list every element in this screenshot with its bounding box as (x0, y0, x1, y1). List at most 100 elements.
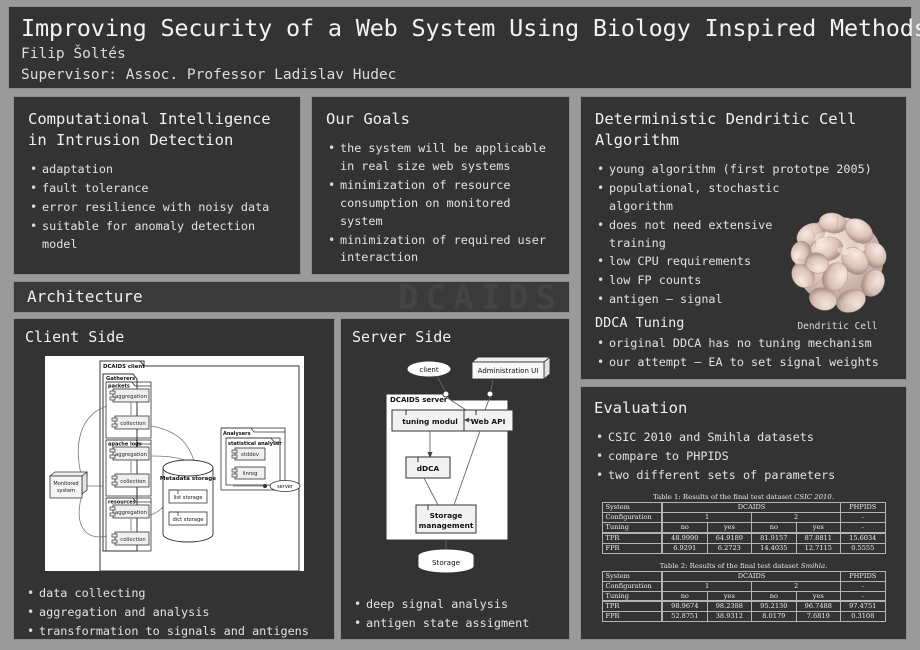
cell-fpr-phpids: 0.5555 (840, 542, 886, 554)
results-table-smihla: System DCAIDS PHPIDS Configuration 1 2 -… (601, 570, 886, 623)
list-item: data collecting (25, 584, 323, 603)
card-server-side: Server Side client Administration UI DCA… (340, 318, 570, 640)
cell-tuning-2-yes: yes (795, 521, 842, 534)
table-row: System DCAIDS PHPIDS (601, 570, 886, 582)
cell-tpr-1-yes: 98.2388 (706, 600, 753, 613)
svg-text:apache logs: apache logs (108, 442, 142, 448)
list-item: error resilience with noisy data (28, 198, 286, 217)
svg-text:tuning modul: tuning modul (402, 417, 458, 426)
cell-tuning-1-yes: yes (706, 590, 753, 602)
architecture-band: Architecture DCAIDS (13, 281, 570, 313)
cell-tpr-2-yes: 96.7488 (795, 600, 842, 613)
cell-tpr-label: TPR (601, 600, 663, 613)
cell-fpr-label: FPR (601, 542, 663, 554)
svg-text:Storage: Storage (430, 511, 463, 520)
card-evaluation: Evaluation CSIC 2010 and Smihla datasets… (580, 386, 907, 640)
cell-tuning-2-no: no (751, 590, 797, 602)
svg-text:Web API: Web API (471, 417, 506, 426)
list-item: compare to PHPIDS (594, 447, 893, 466)
server-architecture-diagram: client Administration UI DCAIDS server t… (385, 356, 551, 574)
list-item: our attempt – EA to set signal weights (595, 353, 892, 372)
cell-config-1: 1 (661, 511, 753, 523)
cell-tuning-1-no: no (660, 590, 708, 602)
table-2-caption-prefix: Table 2: Results of the final test datas… (659, 561, 801, 570)
card-client-side: Client Side aggregation collection aggre… (13, 318, 335, 640)
svg-text:system: system (57, 488, 75, 494)
cell-fpr-2-yes: 12.7115 (795, 542, 842, 554)
svg-text:packets: packets (108, 384, 130, 390)
svg-text:collection: collection (120, 537, 145, 543)
list-item: adaptation (28, 160, 286, 179)
ci-title: Computational Intelligence in Intrusion … (28, 110, 271, 149)
dendritic-cell-caption: Dendritic Cell (797, 321, 878, 332)
list-item: young algorithm (first prototpe 2005) (595, 160, 895, 179)
svg-text:dDCA: dDCA (417, 464, 440, 473)
svg-text:aggregation: aggregation (115, 510, 147, 516)
cell-phpids-header: PHPIDS (840, 570, 886, 582)
cell-tpr-1-no: 48.9990 (660, 531, 708, 544)
table-row: FPR 6.9291 6.2723 14.4035 12.7115 0.5555 (601, 542, 886, 554)
client-side-bullet-list: data collecting aggregation and analysis… (25, 584, 323, 641)
list-item: does not need extensive training (595, 216, 791, 253)
table-2-caption: Table 2: Results of the final test datas… (594, 562, 893, 570)
svg-text:Storage: Storage (432, 558, 461, 567)
cell-tuning-1-yes: yes (706, 521, 753, 534)
cell-tuning-label: Tuning (601, 590, 663, 602)
table-1-caption-suffix: . (831, 492, 835, 501)
ddca-tuning-bullet-list: original DDCA has no tuning mechanism ou… (595, 334, 892, 372)
table-row: TPR 48.9990 64.9189 81.9157 87.8811 15.6… (601, 531, 886, 544)
svg-text:dict storage: dict storage (173, 517, 204, 523)
svg-text:collection: collection (120, 479, 145, 485)
list-item: transformation to signals and antigens (25, 622, 323, 641)
svg-text:resources: resources (108, 500, 136, 506)
list-item: two different sets of parameters (594, 466, 893, 485)
cell-config-na: - (840, 580, 886, 592)
cell-dcaids-header: DCAIDS (661, 570, 842, 582)
list-item: minimization of required user interactio… (326, 231, 555, 268)
table-1-caption-prefix: Table 1: Results of the final test datas… (652, 492, 795, 501)
header-text-block: Improving Security of a Web System Using… (21, 13, 920, 86)
svg-text:linreg: linreg (243, 471, 258, 477)
ddca-title: Deterministic Dendritic Cell Algorithm (595, 110, 857, 149)
svg-text:statistical analyser: statistical analyser (228, 441, 282, 447)
cell-config-2: 2 (751, 511, 842, 523)
svg-text:Metadata storage: Metadata storage (160, 476, 216, 482)
list-item: minimization of resource consumption on … (326, 176, 555, 231)
cell-phpids-header: PHPIDS (840, 501, 886, 513)
svg-text:aggregation: aggregation (115, 394, 147, 400)
cell-tpr-1-no: 98.9674 (660, 600, 708, 613)
author-name: Filip Šoltés (21, 46, 126, 63)
list-item: fault tolerance (28, 179, 286, 198)
list-item: the system will be applicable in real si… (326, 139, 555, 176)
table-row: Configuration 1 2 - (601, 511, 886, 523)
dendritic-cell-image (790, 212, 887, 313)
table-1-caption-dataset: CSIC 2010 (794, 492, 832, 501)
svg-text:aggregation: aggregation (115, 452, 147, 458)
cell-fpr-2-no: 8.0179 (751, 611, 797, 623)
goals-bullet-list: the system will be applicable in real si… (326, 139, 555, 268)
cell-configuration-label: Configuration (601, 580, 663, 592)
table-2-caption-suffix: . (825, 561, 828, 570)
svg-text:Monitored: Monitored (53, 481, 78, 487)
card-our-goals: Our Goals the system will be applicable … (311, 96, 570, 275)
cell-tpr-2-no: 81.9157 (751, 531, 797, 544)
cell-fpr-2-no: 14.4035 (751, 542, 797, 554)
cell-fpr-1-yes: 38.9312 (706, 611, 753, 623)
list-item: aggregation and analysis (25, 603, 323, 622)
svg-text:collection: collection (120, 421, 145, 427)
client-architecture-diagram: aggregation collection aggregation colle… (45, 356, 304, 572)
page-title: Improving Security of a Web System Using… (21, 14, 920, 42)
table-row: System DCAIDS PHPIDS (601, 501, 886, 513)
cell-fpr-1-no: 52.8751 (660, 611, 708, 623)
poster-header: Improving Security of a Web System Using… (8, 6, 920, 89)
cell-tuning-1-no: no (660, 521, 708, 534)
svg-text:management: management (419, 521, 474, 530)
cell-tuning-label: Tuning (601, 521, 663, 534)
card-computational-intelligence: Computational Intelligence in Intrusion … (13, 96, 301, 275)
list-item: original DDCA has no tuning mechanism (595, 334, 892, 353)
table-1-caption: Table 1: Results of the final test datas… (594, 493, 893, 501)
list-item: suitable for anomaly detection model (28, 217, 286, 254)
svg-text:DCAIDS client: DCAIDS client (103, 364, 145, 370)
cell-fpr-2-yes: 7.6819 (795, 611, 842, 623)
cell-fpr-1-yes: 6.2723 (706, 542, 753, 554)
